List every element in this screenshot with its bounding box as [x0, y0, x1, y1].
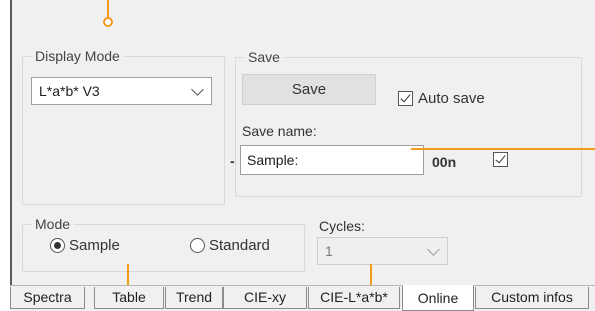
tab-bar: Spectra Table Trend CIE-xy CIE-L*a*b* On… [10, 285, 595, 311]
save-name-label: Save name: [242, 123, 317, 139]
display-mode-legend: Display Mode [31, 47, 124, 65]
radio-sample-label: Sample [69, 237, 120, 254]
display-mode-select[interactable]: L*a*b* V3 [31, 77, 212, 105]
annotation-circle [103, 17, 113, 27]
cycles-value: 1 [325, 243, 333, 259]
annotation-line-save-name [411, 148, 595, 150]
tab-custom-infos[interactable]: Custom infos [475, 287, 589, 309]
cycles-label: Cycles: [319, 218, 365, 234]
chevron-down-icon [427, 243, 440, 256]
tab-online[interactable]: Online [402, 285, 474, 311]
auto-save-checkbox[interactable] [398, 91, 413, 106]
chevron-down-icon [191, 83, 204, 96]
tab-cie-lab[interactable]: CIE-L*a*b* [308, 287, 400, 309]
tab-table[interactable]: Table [94, 287, 164, 309]
radio-sample[interactable] [50, 238, 65, 253]
tab-trend[interactable]: Trend [165, 287, 223, 309]
save-name-prefix: - [230, 153, 235, 169]
checkmark-icon [400, 91, 411, 103]
annotation-line-top [107, 0, 109, 18]
cycles-select[interactable]: 1 [317, 237, 448, 265]
panel-left-border [10, 0, 12, 286]
save-name-input[interactable]: Sample: [240, 145, 424, 175]
checkmark-icon [495, 152, 506, 164]
radio-standard[interactable] [190, 238, 205, 253]
radio-standard-label: Standard [209, 237, 270, 254]
save-name-suffix: 00n [432, 154, 457, 170]
auto-save-label: Auto save [418, 90, 485, 107]
display-mode-value: L*a*b* V3 [39, 83, 100, 99]
suffix-checkbox[interactable] [493, 152, 508, 167]
online-settings-panel: Display Mode L*a*b* V3 Save Save Auto sa… [0, 0, 595, 311]
radio-dot-icon [54, 242, 61, 249]
save-legend: Save [244, 48, 284, 66]
mode-legend: Mode [31, 215, 75, 233]
tab-spectra[interactable]: Spectra [10, 287, 85, 309]
tab-cie-xy[interactable]: CIE-xy [223, 287, 307, 309]
save-button[interactable]: Save [242, 74, 376, 105]
